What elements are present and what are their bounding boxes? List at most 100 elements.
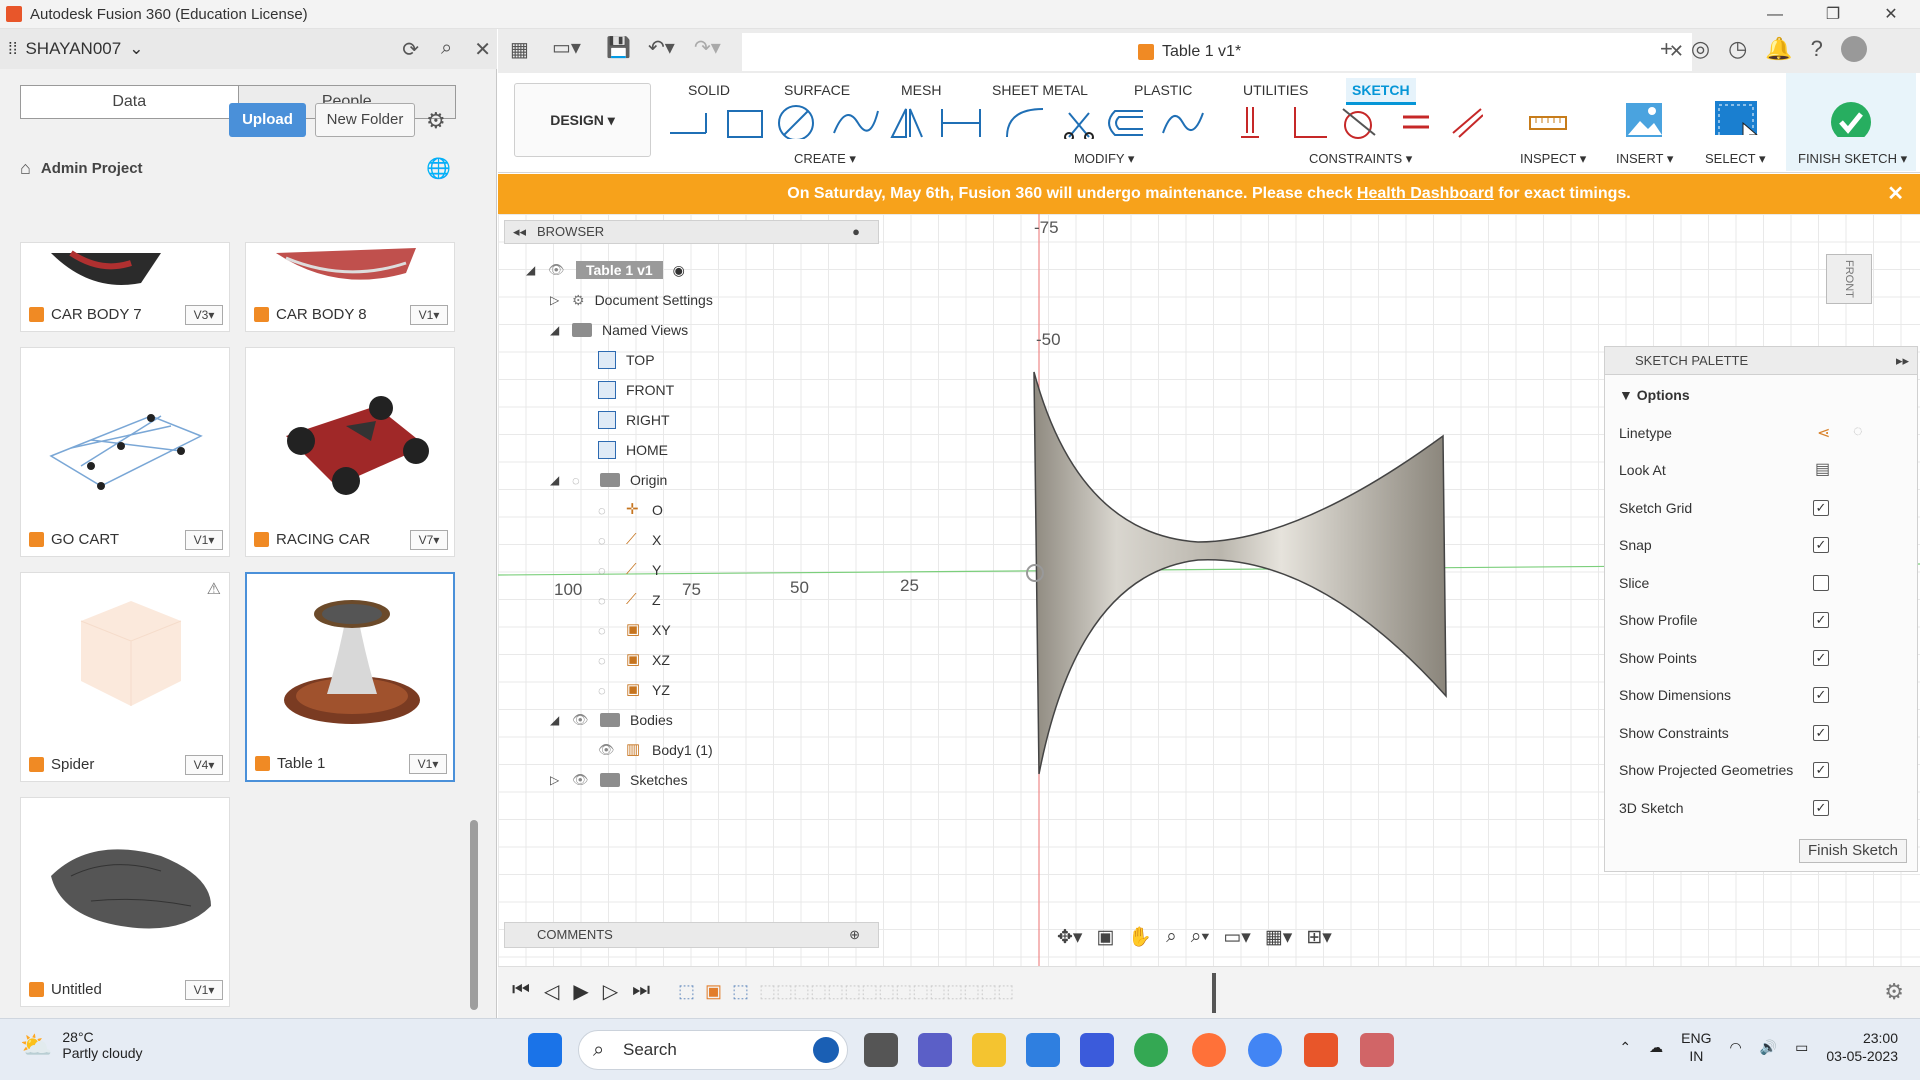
add-comment-icon[interactable]: ⊕ (849, 923, 860, 947)
zoom-icon[interactable]: ⌕ (1166, 926, 1177, 948)
finish-sketch-icon[interactable] (1830, 101, 1872, 137)
firefox-icon[interactable] (1192, 1033, 1226, 1067)
tree-node[interactable]: ◌ ✛ O (598, 497, 663, 523)
tab-surface[interactable]: SURFACE (784, 82, 850, 98)
workspace-switcher[interactable]: DESIGN ▾ (514, 83, 651, 157)
battery-icon[interactable]: ▭ (1795, 1039, 1808, 1056)
gear-icon[interactable]: ⚙ (426, 108, 446, 134)
job-status-icon[interactable]: ◷ (1728, 36, 1747, 62)
tree-node[interactable]: ▷ ⚙ Document Settings (550, 287, 713, 313)
orbit-icon[interactable]: ✥▾ (1057, 926, 1082, 949)
tree-node[interactable]: ◌ ⟋ X (598, 527, 661, 553)
timeline-features[interactable]: ⬚ ▣ ⬚ ⬚⬚⬚⬚⬚⬚⬚⬚⬚⬚⬚⬚⬚⬚⬚ (678, 981, 1014, 1002)
go-to-end-icon[interactable]: ⏭ (632, 979, 650, 1004)
tree-node[interactable]: ◢ 👁 Bodies (550, 707, 673, 733)
project-name[interactable]: Admin Project (41, 160, 143, 177)
tree-node[interactable]: ◌ ▣ XZ (598, 647, 670, 673)
redo-icon[interactable]: ↷▾ (694, 35, 721, 60)
notifications-icon[interactable]: 🔔 (1765, 36, 1792, 62)
tree-root[interactable]: ◢ 👁 Table 1 v1 ◉ (526, 257, 685, 283)
user-menu[interactable]: ⁞⁞ SHAYAN007 ⌄ (8, 39, 143, 59)
tree-node[interactable]: ◌ ▣ YZ (598, 677, 670, 703)
look-at-icon[interactable]: ▤ (1815, 459, 1830, 479)
modify-tools[interactable] (1003, 103, 1213, 139)
document-tab[interactable]: Table 1 v1* ✕ (742, 33, 1692, 71)
version-dropdown[interactable]: V7▾ (410, 530, 448, 550)
fusion-window-icon[interactable] (1360, 1033, 1394, 1067)
close-button[interactable]: ✕ (1862, 0, 1920, 29)
tree-node[interactable]: ▷ 👁 Sketches (550, 767, 688, 793)
insert-menu[interactable]: INSERT ▾ (1616, 151, 1673, 167)
eye-icon[interactable]: ◌ (598, 593, 616, 608)
3d-sketch-checkbox[interactable]: ✓ (1813, 800, 1829, 816)
close-banner-icon[interactable]: ✕ (1887, 174, 1904, 214)
eye-icon[interactable]: 👁 (572, 772, 590, 788)
eye-icon[interactable]: ◌ (598, 683, 616, 698)
finish-sketch-menu[interactable]: FINISH SKETCH ▾ (1798, 151, 1907, 167)
file-explorer-icon[interactable] (972, 1033, 1006, 1067)
eye-icon[interactable]: ◌ (598, 653, 616, 668)
tab-utilities[interactable]: UTILITIES (1243, 82, 1308, 98)
show-profile-checkbox[interactable]: ✓ (1813, 612, 1829, 628)
save-icon[interactable]: 💾 (606, 35, 631, 60)
eye-icon[interactable]: 👁 (598, 742, 616, 758)
expand-triangle-icon[interactable]: ◢ (550, 713, 562, 727)
version-dropdown[interactable]: V3▾ (185, 305, 223, 325)
chrome-icon[interactable] (1134, 1033, 1168, 1067)
wifi-icon[interactable]: ◠ (1729, 1039, 1741, 1056)
expand-triangle-icon[interactable]: ▷ (550, 293, 562, 307)
search-icon[interactable]: ⌕ (441, 37, 452, 62)
upload-button[interactable]: Upload (229, 103, 306, 137)
health-dashboard-link[interactable]: Health Dashboard (1357, 185, 1494, 202)
extensions-icon[interactable]: ◎ (1691, 36, 1710, 62)
snap-checkbox[interactable]: ✓ (1813, 537, 1829, 553)
list-item[interactable]: Untitled V1▾ (20, 797, 230, 1007)
step-forward-icon[interactable]: ▷ (603, 979, 618, 1004)
comments-panel-header[interactable]: COMMENTS ⊕ (504, 922, 879, 948)
file-icon[interactable]: ▭▾ (552, 35, 581, 60)
fusion-360-icon[interactable] (1304, 1033, 1338, 1067)
show-points-checkbox[interactable]: ✓ (1813, 650, 1829, 666)
tab-plastic[interactable]: PLASTIC (1134, 82, 1192, 98)
taskbar-search[interactable]: ⌕ Search (578, 1030, 848, 1070)
viewports-icon[interactable]: ⊞▾ (1306, 926, 1331, 949)
app-grid-icon[interactable]: ▦ (510, 37, 529, 62)
tree-node[interactable]: ◌ ▣ XY (598, 617, 671, 643)
finish-sketch-button[interactable]: Finish Sketch (1799, 839, 1907, 863)
version-dropdown[interactable]: V1▾ (185, 980, 223, 1000)
tree-node[interactable]: RIGHT (598, 407, 670, 433)
select-menu[interactable]: SELECT ▾ (1705, 151, 1765, 167)
feature-icon[interactable]: ⬚⬚⬚⬚⬚⬚⬚⬚⬚⬚⬚⬚⬚⬚⬚ (759, 981, 1014, 1002)
list-item[interactable]: ⚠ Spider V4▾ (20, 572, 230, 782)
list-item-selected[interactable]: Table 1 V1▾ (245, 572, 455, 782)
tree-node[interactable]: HOME (598, 437, 668, 463)
sketch-feature-icon[interactable]: ⬚ (678, 981, 695, 1002)
modify-menu[interactable]: MODIFY ▾ (1074, 151, 1134, 167)
windows-start-icon[interactable] (528, 1033, 562, 1067)
clock[interactable]: 23:00 03-05-2023 (1826, 1029, 1898, 1065)
home-icon[interactable]: ⌂ (20, 158, 31, 179)
timeline-marker[interactable] (1212, 973, 1216, 1013)
tree-node[interactable]: ◌ ⟋ Z (598, 587, 661, 613)
list-item[interactable]: RACING CAR V7▾ (245, 347, 455, 557)
app-icon[interactable] (1080, 1033, 1114, 1067)
sketch-palette-header[interactable]: SKETCH PALETTE ▸▸ (1605, 347, 1917, 375)
new-tab-icon[interactable]: + (1660, 36, 1673, 62)
dimension-icon[interactable] (936, 103, 986, 139)
onedrive-icon[interactable]: ☁ (1649, 1039, 1663, 1056)
language-indicator[interactable]: ENG IN (1681, 1029, 1711, 1065)
task-view-icon[interactable] (864, 1033, 898, 1067)
create-tools[interactable] (666, 103, 926, 139)
maximize-button[interactable]: ❐ (1804, 0, 1862, 29)
chrome-profile-icon[interactable] (1248, 1033, 1282, 1067)
display-settings-icon[interactable]: ▭▾ (1223, 926, 1251, 949)
pan-icon[interactable]: ✋ (1128, 925, 1152, 949)
version-dropdown[interactable]: V1▾ (409, 754, 447, 774)
tree-node[interactable]: ◌ ⟋ Y (598, 557, 661, 583)
slice-checkbox[interactable] (1813, 575, 1829, 591)
grid-settings-icon[interactable]: ▦▾ (1265, 926, 1293, 949)
data-panel-scrollbar[interactable] (470, 820, 478, 1010)
create-menu[interactable]: CREATE ▾ (794, 151, 856, 167)
tab-solid[interactable]: SOLID (688, 82, 730, 98)
sketch-grid-checkbox[interactable]: ✓ (1813, 500, 1829, 516)
